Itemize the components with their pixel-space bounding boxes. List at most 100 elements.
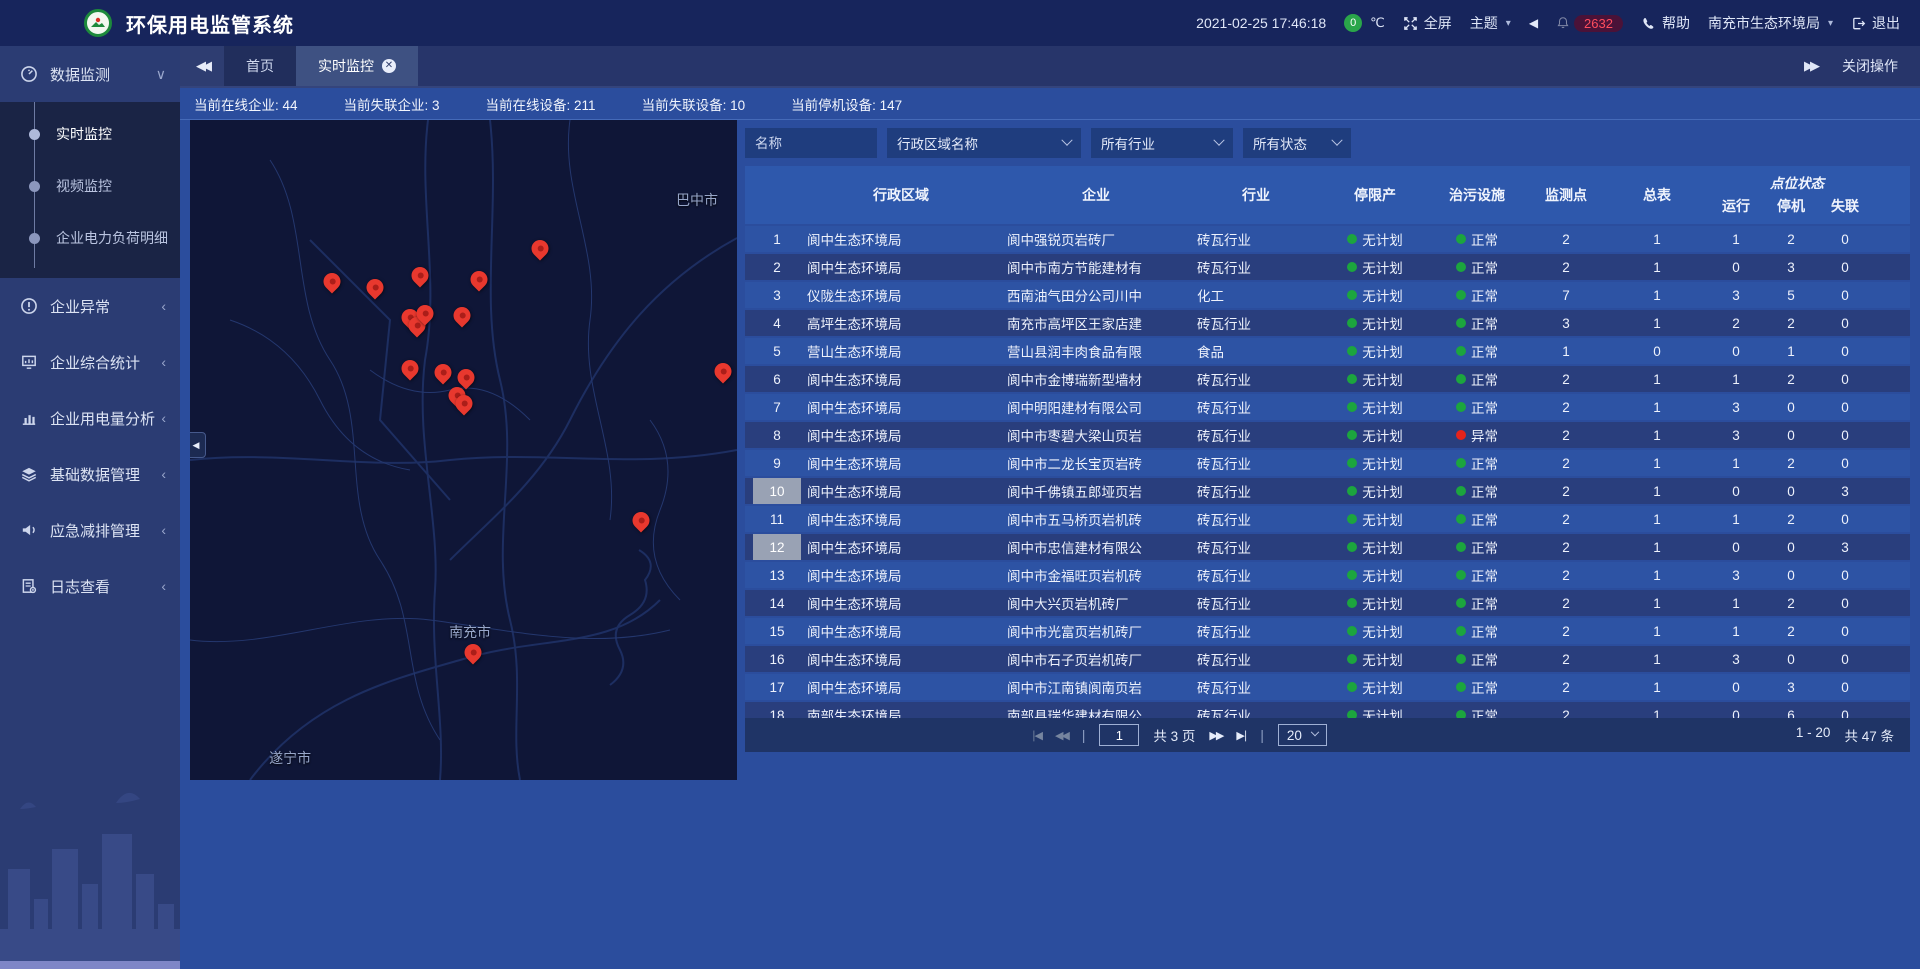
col-industry: 行业	[1191, 185, 1321, 205]
logout-button[interactable]: 退出	[1851, 13, 1900, 33]
table-row[interactable]: 15阆中生态环境局阆中市光富页岩机砖厂砖瓦行业无计划正常21120	[745, 618, 1910, 644]
cell-points: 2	[1525, 540, 1607, 555]
sidebar-subitem[interactable]: 企业电力负荷明细	[0, 212, 180, 264]
cell-industry: 砖瓦行业	[1191, 565, 1321, 585]
theme-dropdown[interactable]: 主题 ▾	[1470, 13, 1511, 33]
first-page-button[interactable]: ∣◀	[1031, 729, 1041, 742]
row-number: 17	[753, 674, 801, 700]
next-page-button[interactable]: ▶▶	[1209, 729, 1222, 742]
status-dot-green	[1456, 318, 1466, 328]
row-number: 4	[753, 310, 801, 336]
map-collapse-button[interactable]: ◀	[190, 432, 206, 458]
cell-points: 2	[1525, 260, 1607, 275]
table-row[interactable]: 4高坪生态环境局南充市高坪区王家店建砖瓦行业无计划正常31220	[745, 310, 1910, 336]
name-search-input[interactable]	[745, 128, 877, 158]
alert-icon	[20, 297, 38, 315]
cell-company: 阆中市金博瑞新型墙材	[1001, 369, 1191, 389]
table-row[interactable]: 1阆中生态环境局阆中强锐页岩砖厂砖瓦行业无计划正常21120	[745, 226, 1910, 252]
table-row[interactable]: 5营山生态环境局营山县润丰肉食品有限食品无计划正常10010	[745, 338, 1910, 364]
cell-lost: 0	[1817, 288, 1873, 303]
table-row[interactable]: 12阆中生态环境局阆中市忠信建材有限公砖瓦行业无计划正常21003	[745, 534, 1910, 560]
mute-button[interactable]: ◀	[1529, 16, 1538, 30]
organization-dropdown[interactable]: 南充市生态环境局 ▾	[1708, 13, 1833, 33]
tab-首页[interactable]: 首页	[224, 46, 296, 86]
region-select[interactable]: 行政区域名称	[887, 128, 1081, 158]
sidebar-item-5[interactable]: 应急减排管理‹	[0, 502, 180, 558]
tabs-scroll-left-button[interactable]: ◀◀	[180, 46, 224, 86]
page-number-input[interactable]	[1099, 724, 1139, 746]
table-row[interactable]: 8阆中生态环境局阆中市枣碧大梁山页岩砖瓦行业无计划异常21300	[745, 422, 1910, 448]
cell-halted: 0	[1765, 652, 1817, 667]
notifications-button[interactable]: 2632	[1556, 15, 1623, 32]
fullscreen-icon	[1403, 16, 1418, 31]
table-row[interactable]: 6阆中生态环境局阆中市金博瑞新型墙材砖瓦行业无计划正常21120	[745, 366, 1910, 392]
cell-stop-limit: 无计划	[1321, 705, 1429, 718]
status-dot-green	[1347, 598, 1357, 608]
help-button[interactable]: 帮助	[1641, 13, 1690, 33]
sidebar-item-1[interactable]: 企业异常‹	[0, 278, 180, 334]
cell-industry: 砖瓦行业	[1191, 453, 1321, 473]
status-select[interactable]: 所有状态	[1243, 128, 1351, 158]
cell-facility: 正常	[1429, 257, 1525, 277]
sidebar-item-0[interactable]: 数据监测∨	[0, 46, 180, 102]
sidebar-item-2[interactable]: 企业综合统计‹	[0, 334, 180, 390]
status-dot-green	[1347, 626, 1357, 636]
table-row[interactable]: 7阆中生态环境局阆中明阳建材有限公司砖瓦行业无计划正常21300	[745, 394, 1910, 420]
status-dot-green	[1347, 458, 1357, 468]
table-row[interactable]: 14阆中生态环境局阆中大兴页岩机砖厂砖瓦行业无计划正常21120	[745, 590, 1910, 616]
cell-lost: 0	[1817, 652, 1873, 667]
cell-meters: 1	[1607, 568, 1707, 583]
table-row[interactable]: 2阆中生态环境局阆中市南方节能建材有砖瓦行业无计划正常21030	[745, 254, 1910, 280]
table-row[interactable]: 16阆中生态环境局阆中市石子页岩机砖厂砖瓦行业无计划正常21300	[745, 646, 1910, 672]
cell-industry: 砖瓦行业	[1191, 425, 1321, 445]
sidebar-item-4[interactable]: 基础数据管理‹	[0, 446, 180, 502]
datetime-label: 2021-02-25 17:46:18	[1196, 15, 1326, 31]
table-row[interactable]: 9阆中生态环境局阆中市二龙长宝页岩砖砖瓦行业无计划正常21120	[745, 450, 1910, 476]
close-tab-icon[interactable]: ✕	[382, 59, 396, 73]
status-dot-green	[1347, 262, 1357, 272]
cell-facility: 正常	[1429, 705, 1525, 718]
sidebar-subitem[interactable]: 视频监控	[0, 160, 180, 212]
col-meters: 总表	[1607, 185, 1707, 205]
col-company: 企业	[1001, 185, 1191, 205]
chevron-down-icon: ▾	[1828, 18, 1833, 29]
tabs-scroll-right-button[interactable]: ▶▶	[1804, 58, 1816, 74]
status-dot-green	[1456, 710, 1466, 718]
cell-halted: 3	[1765, 260, 1817, 275]
sidebar-subitem[interactable]: 实时监控	[0, 108, 180, 160]
prev-page-button[interactable]: ◀◀	[1055, 729, 1068, 742]
status-dot-green	[1456, 374, 1466, 384]
cell-points: 2	[1525, 428, 1607, 443]
table-row[interactable]: 3仪陇生态环境局西南油气田分公司川中化工无计划正常71350	[745, 282, 1910, 308]
table-row[interactable]: 10阆中生态环境局阆中千佛镇五郎垭页岩砖瓦行业无计划正常21003	[745, 478, 1910, 504]
stat-item: 当前在线企业: 44	[194, 94, 298, 114]
bar-chart-icon	[20, 409, 38, 427]
cell-halted: 0	[1765, 484, 1817, 499]
last-page-button[interactable]: ▶∣	[1236, 729, 1246, 742]
tab-实时监控[interactable]: 实时监控✕	[296, 46, 418, 86]
cell-industry: 砖瓦行业	[1191, 481, 1321, 501]
table-row[interactable]: 13阆中生态环境局阆中市金福旺页岩机砖砖瓦行业无计划正常21300	[745, 562, 1910, 588]
map-panel[interactable]: 巴中市南充市遂宁市 ◀	[190, 120, 737, 780]
status-dot-green	[1456, 458, 1466, 468]
table-row[interactable]: 17阆中生态环境局阆中市江南镇阆南页岩砖瓦行业无计划正常21030	[745, 674, 1910, 700]
cell-meters: 1	[1607, 232, 1707, 247]
sidebar-item-6[interactable]: 日志查看‹	[0, 558, 180, 614]
record-range-label: 1 - 20	[1796, 725, 1831, 745]
chevron-down-icon	[1213, 135, 1224, 146]
cell-industry: 砖瓦行业	[1191, 705, 1321, 718]
table-row[interactable]: 11阆中生态环境局阆中市五马桥页岩机砖砖瓦行业无计划正常21120	[745, 506, 1910, 532]
sidebar-item-3[interactable]: 企业用电量分析‹	[0, 390, 180, 446]
page-size-select[interactable]: 20	[1278, 724, 1327, 746]
industry-select[interactable]: 所有行业	[1091, 128, 1233, 158]
chevron-left-icon: ‹	[161, 354, 166, 370]
fullscreen-button[interactable]: 全屏	[1403, 13, 1452, 33]
cell-points: 2	[1525, 512, 1607, 527]
row-number: 11	[753, 506, 801, 532]
cell-meters: 1	[1607, 316, 1707, 331]
table-row[interactable]: 18南部生态环境局南部县瑞华建材有限公砖瓦行业无计划正常21060	[745, 702, 1910, 718]
cell-halted: 2	[1765, 596, 1817, 611]
chevron-left-icon: ‹	[161, 410, 166, 426]
close-operations-button[interactable]: 关闭操作	[1842, 56, 1898, 76]
row-number: 16	[753, 646, 801, 672]
